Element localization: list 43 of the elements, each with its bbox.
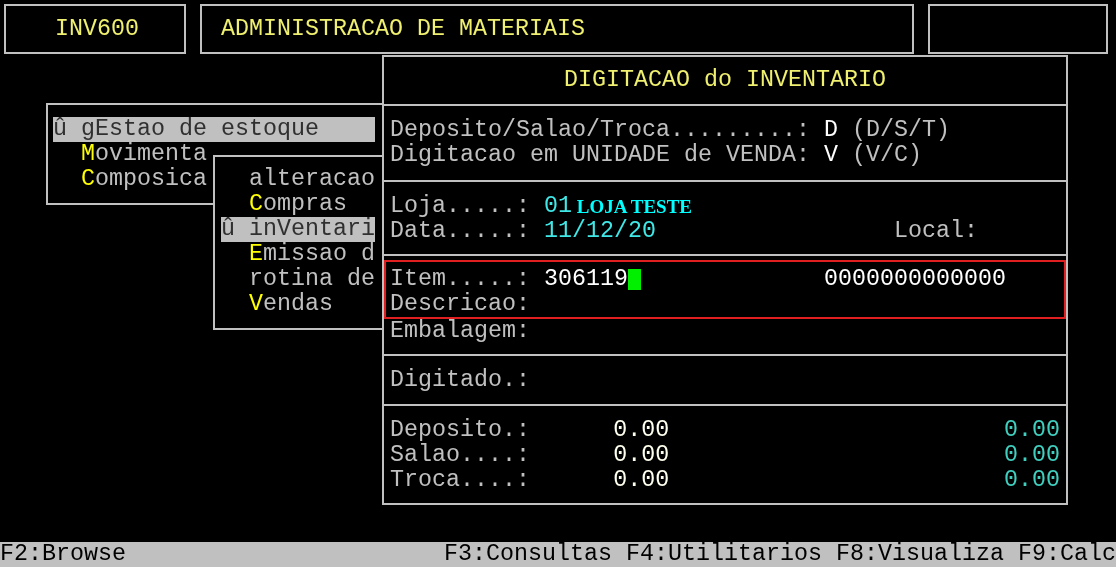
field-label: Descricao: bbox=[390, 292, 530, 317]
menu-item[interactable]: rotina de bbox=[221, 267, 375, 292]
menu-item[interactable]: Emissao d bbox=[221, 242, 375, 267]
field-label: Digitado.: bbox=[390, 368, 530, 393]
program-code: INV600 bbox=[55, 16, 139, 42]
dialog-title: DIGITACAO do INVENTARIO bbox=[564, 68, 886, 93]
quantity-value: 0.00 bbox=[1003, 418, 1060, 443]
field-label: Troca....: bbox=[390, 468, 531, 493]
function-key-hint[interactable]: F8:Visualiza bbox=[836, 542, 1004, 567]
choices-hint: (D/S/T) bbox=[851, 118, 950, 143]
field-label: Deposito.: bbox=[390, 418, 531, 443]
field-label: Data.....: bbox=[390, 219, 531, 244]
quantity-value: 0.00 bbox=[1003, 443, 1060, 468]
menu-item[interactable]: Vendas bbox=[221, 292, 375, 317]
field-label: Deposito/Salao/Troca.........: bbox=[390, 118, 810, 143]
date-value: 11/12/20 bbox=[544, 219, 657, 244]
store-code: 01 bbox=[544, 194, 572, 219]
barcode-value: 0000000000000 bbox=[823, 267, 1006, 292]
quantity-value: 0.00 bbox=[613, 443, 670, 468]
quantity-value: 0.00 bbox=[1003, 468, 1060, 493]
function-key-hint[interactable]: F4:Utilitarios bbox=[626, 542, 823, 567]
function-key-hint[interactable]: F2:Browse bbox=[0, 542, 126, 567]
field-label: Local: bbox=[893, 219, 978, 244]
store-name: LOJA TESTE bbox=[576, 195, 693, 219]
quantity-value: 0.00 bbox=[613, 418, 670, 443]
text-cursor-icon bbox=[628, 269, 641, 290]
menu-item[interactable]: alteracao bbox=[221, 167, 375, 192]
field-value[interactable]: D bbox=[823, 118, 838, 143]
field-label: Loja.....: bbox=[390, 194, 531, 219]
field-value[interactable]: V bbox=[823, 143, 838, 168]
menu-item[interactable]: Compras bbox=[221, 192, 375, 217]
function-key-hint[interactable]: F3:Consultas bbox=[444, 542, 613, 567]
field-label: Digitacao em UNIDADE de VENDA: bbox=[390, 143, 810, 168]
menu-item[interactable]: û inVentari bbox=[221, 217, 375, 242]
system-title: ADMINISTRACAO DE MATERIAIS bbox=[221, 16, 585, 42]
field-label: Embalagem: bbox=[390, 319, 530, 344]
quantity-value: 0.00 bbox=[613, 468, 670, 493]
menu-item[interactable]: û gEstao de estoque bbox=[53, 117, 375, 142]
field-label: Item.....: bbox=[390, 267, 531, 292]
choices-hint: (V/C) bbox=[851, 143, 922, 168]
function-key-hint[interactable]: F9:Calc bbox=[1018, 542, 1116, 567]
field-label: Salao....: bbox=[390, 443, 531, 468]
item-code-field[interactable]: 306119 bbox=[544, 267, 628, 292]
